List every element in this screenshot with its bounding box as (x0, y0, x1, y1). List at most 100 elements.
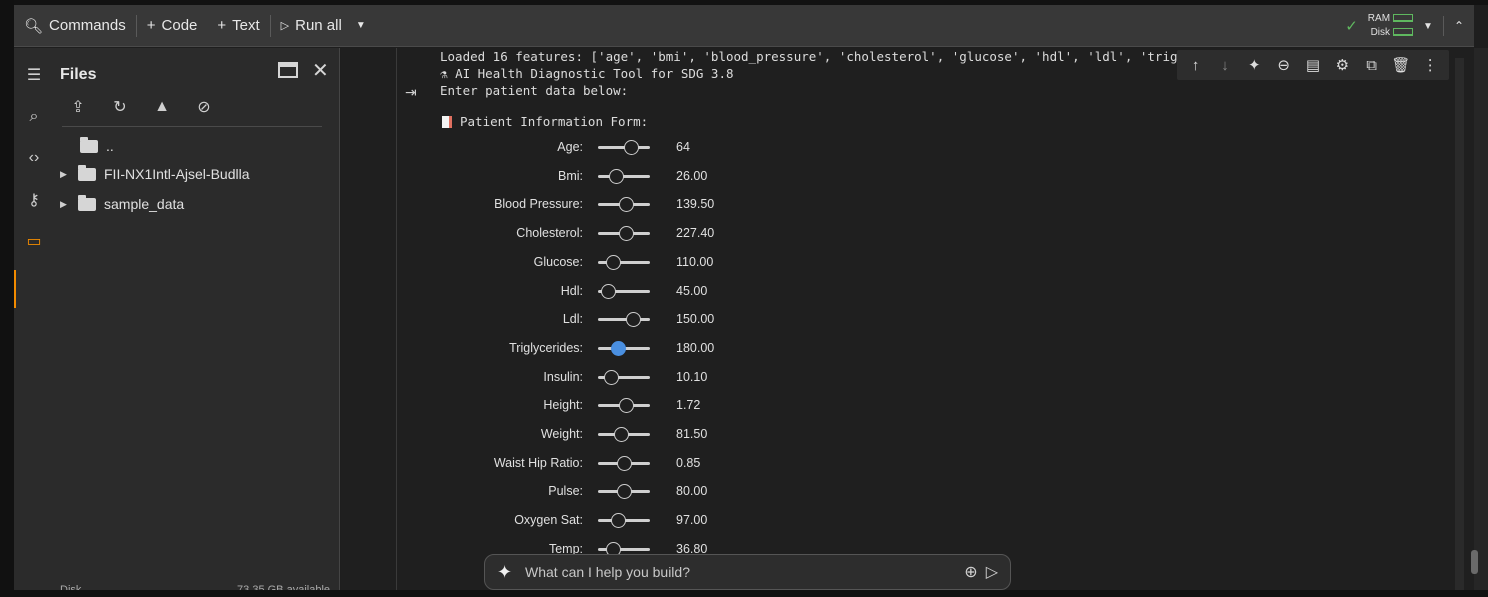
link-icon[interactable]: ⊖ (1274, 56, 1294, 74)
field-slider[interactable] (598, 398, 650, 414)
output-toggle-icon[interactable]: ⇥ (405, 84, 417, 101)
field-slider[interactable] (598, 312, 650, 328)
move-up-icon[interactable]: ↑ (1186, 57, 1206, 74)
slider-handle[interactable] (608, 168, 624, 184)
commands-label: Commands (49, 17, 126, 34)
tree-row-folder[interactable]: ▶ sample_data (60, 194, 185, 212)
mount-drive-icon[interactable]: ▲ (152, 97, 172, 117)
delete-icon[interactable]: 🗑︎ (1391, 56, 1411, 74)
field-label: Cholesterol: (516, 226, 583, 241)
slider-handle[interactable] (613, 427, 629, 442)
field-value: 110.00 (676, 254, 714, 269)
output-line: Loaded 16 features: ['age', 'bmi', 'bloo… (440, 49, 1193, 64)
field-label: Bmi: (558, 168, 583, 183)
document-icon (442, 115, 452, 128)
field-label: Triglycerides: (509, 340, 583, 355)
send-icon[interactable]: ▷ (986, 562, 998, 582)
scrollbar-track[interactable] (1455, 58, 1464, 590)
field-slider[interactable] (598, 140, 650, 155)
folder-name: sample_data (104, 196, 185, 212)
field-slider[interactable] (598, 226, 650, 242)
chevron-down-icon[interactable]: ▼ (1423, 21, 1433, 32)
add-text-button[interactable]: + Text (207, 11, 269, 41)
slider-handle[interactable] (619, 398, 635, 414)
field-value: 81.50 (676, 427, 708, 441)
caret-right-icon[interactable]: ▶ (60, 169, 70, 180)
upload-icon[interactable]: ⇪ (68, 97, 88, 117)
field-slider[interactable] (598, 340, 650, 356)
output-line-text: AI Health Diagnostic Tool for SDG 3.8 (455, 66, 734, 81)
output-line: Enter patient data below: (440, 83, 629, 98)
form-row: Oxygen Sat: 97.00 (341, 511, 761, 531)
slider-handle[interactable] (606, 254, 622, 270)
table-of-contents-icon[interactable]: ☰ (22, 63, 46, 87)
form-row: Height: 1.72 (341, 396, 761, 416)
field-slider[interactable] (598, 197, 650, 213)
field-slider[interactable] (598, 427, 650, 442)
slider-handle[interactable] (624, 140, 640, 155)
field-value: 80.00 (676, 484, 708, 499)
slider-handle[interactable] (603, 369, 619, 385)
field-label: Insulin: (543, 369, 583, 384)
field-value: 0.85 (676, 455, 701, 470)
field-value: 10.10 (676, 369, 708, 384)
run-all-dropdown[interactable]: ▼ (352, 11, 370, 41)
left-rail: ☰ ⌕ ‹› ⚷ ▭ (14, 48, 54, 590)
gemini-icon[interactable]: ✦ (1244, 56, 1264, 74)
move-down-icon[interactable]: ↓ (1215, 57, 1235, 74)
caret-right-icon[interactable]: ▶ (60, 199, 70, 210)
hide-files-icon[interactable]: ⊘ (194, 97, 214, 117)
slider-handle[interactable] (616, 484, 632, 500)
field-slider[interactable] (598, 541, 650, 557)
ai-prompt-bar[interactable]: ✦ What can I help you build? ⊕ ▷ (484, 554, 1011, 590)
cell-toolbar: ↑ ↓ ✦ ⊖ ▤ ⚙ ⧉ 🗑︎ ⋮ (1177, 50, 1449, 80)
slider-handle[interactable] (625, 312, 641, 328)
commands-button[interactable]: 🔍︎ Commands (14, 11, 136, 41)
tree-row-parent[interactable]: .. (80, 136, 114, 154)
parent-folder-label: .. (106, 138, 114, 154)
add-icon[interactable]: ⊕ (964, 562, 977, 582)
folder-name: FII-NX1Intl-Ajsel-Budlla (104, 166, 250, 182)
more-icon[interactable]: ⋮ (1420, 56, 1440, 74)
field-slider[interactable] (598, 168, 650, 184)
field-label: Pulse: (548, 484, 583, 499)
refresh-icon[interactable]: ↻ (110, 97, 130, 117)
slider-handle[interactable] (611, 340, 627, 356)
ram-disk-indicator[interactable]: RAM Disk (1368, 12, 1414, 40)
find-icon[interactable]: ⌕ (22, 105, 46, 129)
code-snippets-icon[interactable]: ‹› (22, 146, 46, 170)
slider-handle[interactable] (616, 455, 632, 471)
folder-icon[interactable]: ▭ (22, 229, 46, 253)
resource-status: ✓ RAM Disk ▼ ⌃ (1345, 5, 1464, 47)
files-panel: Files ✕ ⇪ ↻ ▲ ⊘ .. ▶ FII-NX1Intl-Ajsel-B… (54, 48, 340, 596)
comment-icon[interactable]: ▤ (1303, 56, 1323, 74)
open-in-window-icon[interactable] (278, 62, 298, 78)
field-value: 1.72 (676, 398, 701, 413)
run-all-button[interactable]: ▷ Run all (271, 11, 352, 41)
key-icon[interactable]: ⚷ (22, 188, 46, 212)
field-slider[interactable] (598, 369, 650, 385)
field-label: Ldl: (562, 312, 583, 327)
slider-handle[interactable] (600, 283, 616, 299)
chevron-up-icon[interactable]: ⌃ (1454, 19, 1464, 33)
form-row: Hdl: 45.00 (341, 282, 761, 302)
field-slider[interactable] (598, 484, 650, 500)
tree-row-folder[interactable]: ▶ FII-NX1Intl-Ajsel-Budlla (60, 164, 250, 182)
run-all-label: Run all (295, 17, 342, 34)
slider-handle[interactable] (619, 226, 635, 242)
slider-handle[interactable] (619, 197, 635, 213)
field-slider[interactable] (598, 513, 650, 529)
add-code-button[interactable]: + Code (137, 11, 208, 41)
field-value: 64 (676, 140, 690, 154)
top-toolbar: 🔍︎ Commands + Code + Text ▷ Run all ▼ ✓ … (14, 5, 1474, 47)
scrollbar-thumb[interactable] (1471, 550, 1478, 574)
field-slider[interactable] (598, 283, 650, 299)
slider-handle[interactable] (611, 513, 627, 529)
prompt-placeholder[interactable]: What can I help you build? (525, 564, 956, 580)
field-slider[interactable] (598, 254, 650, 270)
field-slider[interactable] (598, 455, 650, 471)
settings-icon[interactable]: ⚙ (1332, 56, 1352, 74)
form-row: Blood Pressure: 139.50 (341, 195, 761, 215)
mirror-cell-icon[interactable]: ⧉ (1362, 57, 1382, 74)
close-icon[interactable]: ✕ (312, 58, 329, 83)
